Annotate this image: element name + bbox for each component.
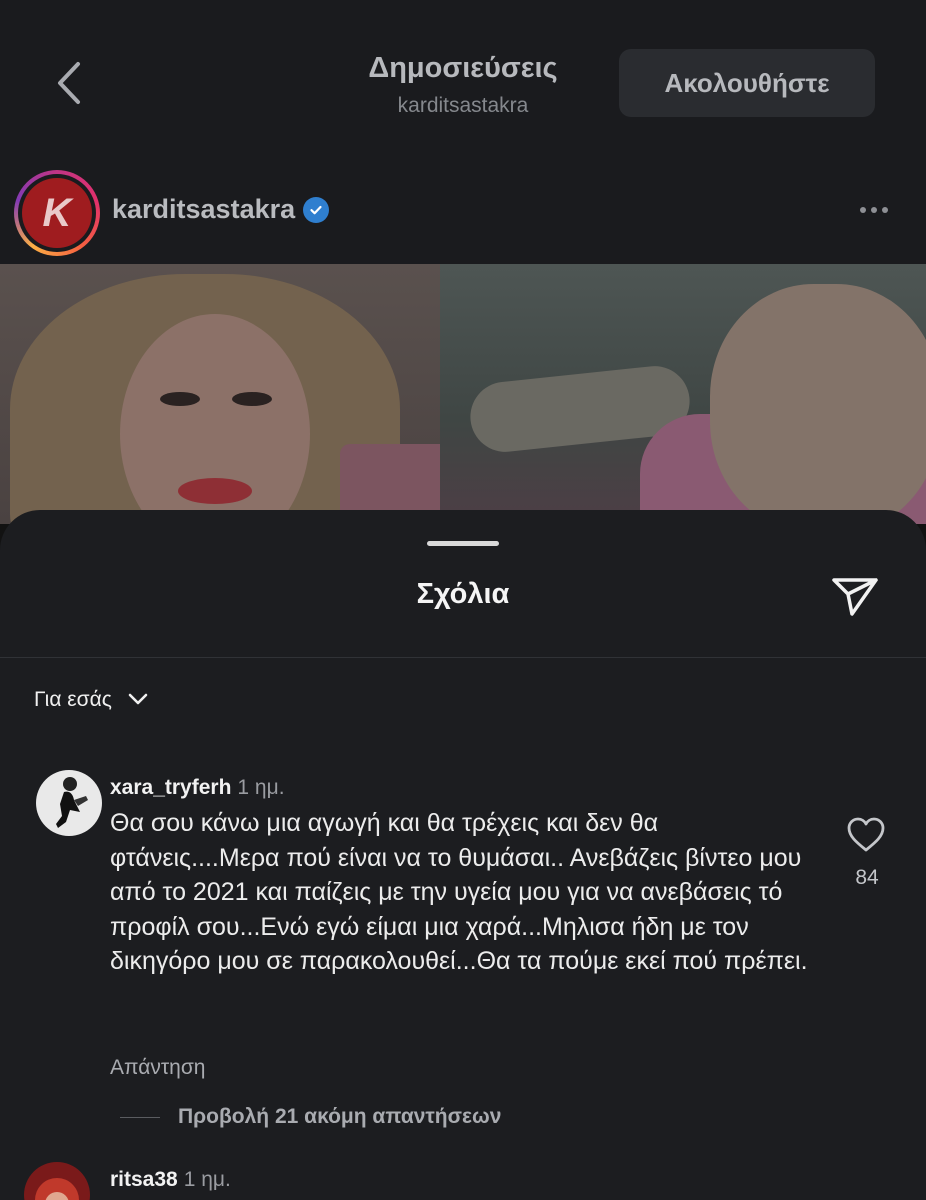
comment-time: 1 ημ. (183, 1168, 231, 1191)
like-count: 84 (855, 866, 879, 889)
post-image[interactable] (0, 264, 926, 524)
follow-button[interactable]: Ακολουθήστε (619, 49, 875, 117)
view-replies-button[interactable]: Προβολή 21 ακόμη απαντήσεων (120, 1105, 501, 1129)
brand-logo: K (22, 178, 92, 248)
share-send-icon[interactable] (830, 572, 880, 618)
sort-dropdown[interactable]: Για εσάς (34, 688, 148, 712)
post-username: karditsastakra (112, 194, 296, 224)
comments-sheet: Σχόλια Για εσάς xara_tryferh 1 ημ. Θα σου… (0, 510, 926, 1200)
chevron-down-icon (128, 688, 148, 712)
sheet-grabber[interactable] (427, 541, 499, 546)
sheet-title: Σχόλια (416, 578, 510, 610)
post-author-avatar[interactable]: K (14, 170, 100, 256)
comment-text: Θα σου κάνω μια αγωγή και θα τρέχεις και… (110, 809, 808, 975)
heart-icon[interactable] (846, 816, 886, 854)
post-author[interactable]: karditsastakra (112, 194, 330, 225)
divider (0, 657, 926, 658)
top-header: Δημοσιεύσεις karditsastakra Ακολουθήστε (0, 0, 926, 160)
comment-username: xara_tryferh (110, 776, 232, 799)
comment-author[interactable]: xara_tryferh 1 ημ. (110, 776, 285, 800)
verified-badge-icon (303, 196, 330, 223)
comment-author[interactable]: ritsa38 1 ημ. (110, 1168, 231, 1192)
replies-line (120, 1116, 160, 1118)
more-options-icon[interactable] (860, 198, 900, 222)
comment-username: ritsa38 (110, 1168, 178, 1191)
view-replies-label: Προβολή 21 ακόμη απαντήσεων (178, 1105, 502, 1128)
comment-time: 1 ημ. (237, 776, 285, 799)
reply-button[interactable]: Απάντηση (110, 1056, 205, 1080)
avatar[interactable] (24, 1162, 90, 1200)
photo-left (0, 264, 440, 524)
avatar[interactable] (36, 770, 102, 836)
sort-label: Για εσάς (34, 688, 112, 711)
post-header: K karditsastakra (0, 160, 926, 264)
